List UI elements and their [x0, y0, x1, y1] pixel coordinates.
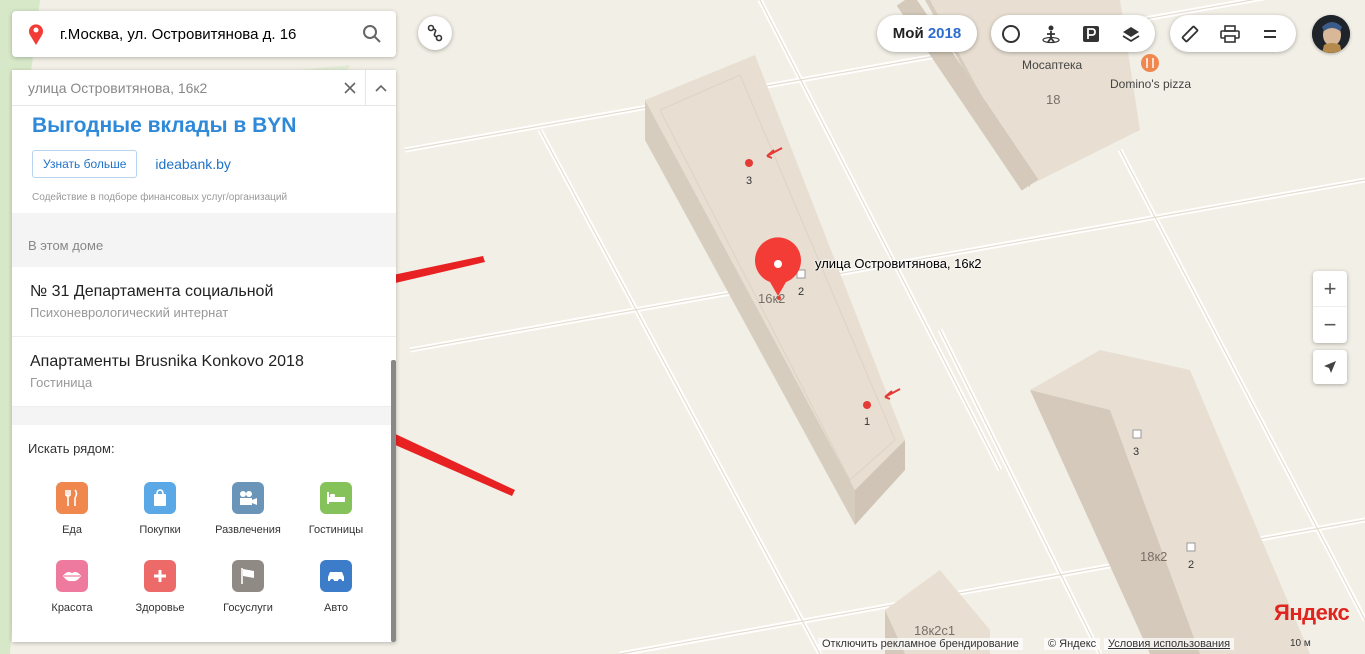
category-beauty[interactable]: Красота — [27, 560, 117, 614]
zoom-control: + − — [1313, 271, 1347, 343]
category-label: Госуслуги — [223, 602, 273, 614]
panel-header: улица Островитянова, 16к2 — [12, 70, 396, 106]
org-list-item[interactable]: Апартаменты Brusnika Konkovo 2018 Гостин… — [12, 337, 396, 407]
ruler-icon[interactable] — [1170, 15, 1210, 52]
search-input[interactable]: г.Москва, ул. Островитянова д. 16 — [60, 26, 362, 43]
shopping-bag-icon — [144, 482, 176, 514]
copyright: © Яндекс — [1044, 638, 1101, 650]
scale-label: 10 м — [1290, 638, 1311, 649]
movie-camera-icon — [232, 482, 264, 514]
org-name[interactable]: Апартаменты Brusnika Konkovo 2018 — [30, 353, 396, 371]
building-label-18k2: 18к2 — [1140, 549, 1168, 564]
category-health[interactable]: Здоровье — [115, 560, 205, 614]
category-label: Покупки — [139, 524, 181, 536]
building-label-18: 18 — [1046, 92, 1061, 107]
org-type: Гостиница — [30, 375, 93, 390]
nearby-title: Искать рядом: — [28, 441, 115, 456]
category-government[interactable]: Госуслуги — [203, 560, 293, 614]
route-icon — [427, 24, 443, 42]
traffic-icon[interactable] — [991, 15, 1031, 52]
category-auto[interactable]: Авто — [291, 560, 381, 614]
org-name[interactable]: № 31 Департамента социальной — [30, 283, 396, 301]
ads-off-link[interactable]: Отключить рекламное брендирование — [818, 638, 1023, 650]
category-label: Гостиницы — [308, 524, 364, 536]
search-box[interactable]: г.Москва, ул. Островитянова д. 16 — [12, 11, 396, 57]
category-shopping[interactable]: Покупки — [115, 482, 205, 536]
in-building-header: В этом доме — [12, 213, 396, 267]
moy-2018-button[interactable]: Мой 2018 — [877, 15, 977, 52]
ad-title[interactable]: Выгодные вклады в BYN — [32, 114, 396, 138]
search-icon[interactable] — [362, 24, 382, 44]
tools-toolbar — [1170, 15, 1296, 52]
map-pin-icon — [29, 24, 43, 45]
locate-button[interactable] — [1313, 350, 1347, 384]
category-label: Красота — [51, 602, 93, 614]
zoom-in-button[interactable]: + — [1313, 271, 1347, 307]
org-list-item[interactable]: № 31 Департамента социальной Психоневрол… — [12, 267, 396, 337]
bed-icon — [320, 482, 352, 514]
panel-address: улица Островитянова, 16к2 — [28, 79, 208, 96]
plus-icon — [144, 560, 176, 592]
layers-icon[interactable] — [1111, 15, 1151, 52]
route-button[interactable] — [418, 16, 452, 50]
category-label: Развлечения — [215, 524, 281, 536]
org-type: Психоневрологический интернат — [30, 305, 229, 320]
entrance-label: 3 — [746, 175, 753, 187]
category-label: Авто — [324, 602, 348, 614]
category-label: Еда — [62, 524, 82, 536]
zoom-out-button[interactable]: − — [1313, 307, 1347, 343]
poi-label-mosapteka[interactable]: Мосаптека — [1022, 58, 1082, 72]
building-label-18k2c1: 18к2с1 — [914, 623, 956, 638]
car-icon — [320, 560, 352, 592]
fork-knife-icon — [56, 482, 88, 514]
print-icon[interactable] — [1210, 15, 1250, 52]
pin-label[interactable]: улица Островитянова, 16к2 — [815, 256, 982, 271]
category-grid: Еда Покупки Развлечения Гостиницы Красот… — [12, 456, 396, 626]
poi-label-dominos[interactable]: Domino's pizza — [1110, 77, 1191, 91]
parking-icon[interactable] — [1071, 15, 1111, 52]
panel-scrollbar[interactable] — [391, 360, 396, 642]
layers-toolbar — [991, 15, 1155, 52]
building-label-16k2: 16к2 — [758, 291, 786, 306]
category-entertainment[interactable]: Развлечения — [203, 482, 293, 536]
close-icon[interactable] — [335, 70, 365, 106]
moy-year: 2018 — [927, 25, 962, 42]
locate-arrow-icon — [1324, 361, 1336, 373]
category-label: Здоровье — [135, 602, 185, 614]
entrance-label: 2 — [1188, 559, 1195, 571]
yandex-logo[interactable]: Яндекс — [1274, 600, 1350, 626]
entrance-label: 1 — [864, 416, 871, 428]
entrance-label: 2 — [798, 286, 805, 298]
lips-icon — [56, 560, 88, 592]
moy-label: Мой — [892, 25, 924, 42]
panorama-icon[interactable] — [1031, 15, 1071, 52]
section-title: В этом доме — [28, 237, 104, 253]
learn-more-button[interactable]: Узнать больше — [32, 150, 138, 178]
terms-link[interactable]: Условия использования — [1104, 638, 1235, 650]
chevron-up-icon[interactable] — [366, 70, 396, 106]
menu-icon[interactable] — [1250, 15, 1290, 52]
flag-icon — [232, 560, 264, 592]
entrance-label: 3 — [1133, 446, 1140, 458]
category-food[interactable]: Еда — [27, 482, 117, 536]
ad-note: Содействие в подборе финансовых услуг/ор… — [32, 192, 288, 203]
ad-link[interactable]: ideabank.by — [155, 156, 231, 172]
info-panel: улица Островитянова, 16к2 Выгодные вклад… — [12, 70, 396, 642]
avatar[interactable] — [1312, 15, 1350, 53]
category-hotels[interactable]: Гостиницы — [291, 482, 381, 536]
